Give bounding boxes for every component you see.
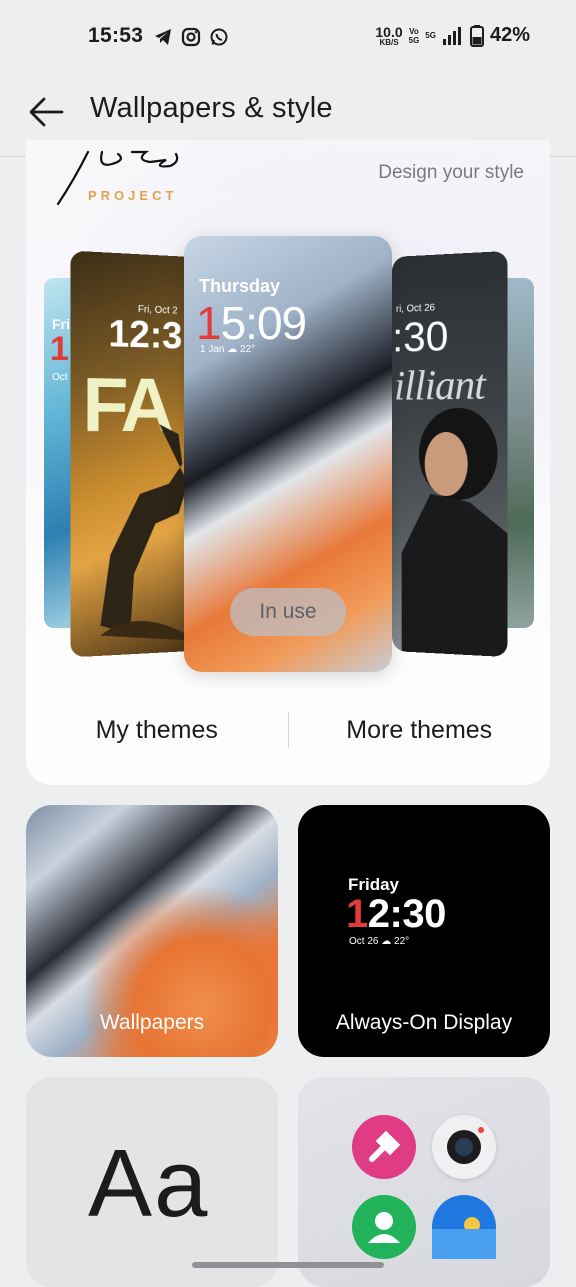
- back-arrow-icon[interactable]: [26, 92, 66, 132]
- notification-icons: [153, 27, 229, 47]
- logo-text: PROJECT: [88, 188, 178, 203]
- lockscreen-time-accent: 1: [196, 297, 222, 349]
- camera-app-icon: [432, 1115, 496, 1179]
- paint-app-icon: [352, 1115, 416, 1179]
- always-on-display-tile[interactable]: Friday 12:30 Oct 26 ☁ 22° Always-On Disp…: [298, 805, 550, 1057]
- contacts-app-icon: [352, 1195, 416, 1259]
- tagline: Design your style: [378, 162, 524, 183]
- vo-bottom: 5G: [408, 35, 420, 45]
- status-bar: 15:53 10.0 KB/S Vo 5G 5G 42%: [0, 0, 576, 72]
- home-indicator[interactable]: [192, 1262, 384, 1268]
- wallpapers-tile[interactable]: Wallpapers: [26, 805, 278, 1057]
- whatsapp-icon: [210, 28, 228, 46]
- theme-card-current[interactable]: Thursday 15:09 1 Jan ☁ 22° In use: [184, 236, 392, 672]
- weather-app-icon: [432, 1195, 496, 1259]
- font-sample: Aa: [88, 1130, 210, 1237]
- net-speed: 10.0 KB/S: [375, 25, 402, 47]
- status-time: 15:53: [88, 24, 144, 47]
- left-card-time: 12:3: [108, 313, 183, 358]
- climber-figure: [100, 423, 198, 646]
- net-speed-value: 10.0: [375, 23, 403, 40]
- system-status: 10.0 KB/S Vo 5G 5G 42%: [375, 24, 530, 47]
- page-title: Wallpapers & style: [90, 92, 333, 124]
- my-themes-tab[interactable]: My themes: [26, 716, 288, 745]
- net-speed-unit: KB/S: [379, 37, 399, 47]
- lockscreen-time: 15:09: [196, 296, 308, 350]
- right-card-time: :30: [392, 312, 449, 361]
- vo-top: Vo: [409, 26, 419, 36]
- in-use-badge: In use: [230, 588, 346, 636]
- theme-tabs: My themes More themes: [26, 685, 550, 775]
- aod-time-rest: 2:30: [367, 892, 447, 936]
- themes-hero-card: PROJECT Design your style Fri 1 Oct Fri,…: [26, 140, 550, 785]
- theme-card-left[interactable]: Fri, Oct 2 12:3 FA: [70, 250, 198, 658]
- far-left-meta: Oct: [52, 372, 68, 383]
- more-themes-tab[interactable]: More themes: [289, 716, 551, 745]
- portrait-figure: [401, 407, 508, 658]
- instagram-icon: [181, 27, 201, 47]
- battery-percent: 42%: [489, 24, 530, 46]
- theme-card-right[interactable]: ri, Oct 26 :30 illiant: [392, 250, 508, 658]
- aod-time: 12:30: [346, 892, 446, 937]
- fonts-tile[interactable]: Aa: [26, 1077, 278, 1287]
- aod-label: Always-On Display: [335, 1011, 513, 1034]
- volte-indicator: Vo 5G: [409, 27, 420, 45]
- telegram-icon: [155, 29, 171, 45]
- wallpapers-label: Wallpapers: [99, 1011, 205, 1034]
- signal-icon: [442, 26, 461, 45]
- battery-icon: [469, 24, 484, 47]
- lockscreen-meta: 1 Jan ☁ 22°: [200, 344, 256, 355]
- network-type: 5G: [425, 31, 436, 40]
- aod-time-accent: 1: [346, 892, 368, 936]
- far-left-time: 1: [50, 330, 69, 368]
- lockscreen-time-rest: 5:09: [220, 297, 308, 349]
- aod-meta: Oct 26 ☁ 22°: [349, 936, 410, 947]
- icons-tile[interactable]: [298, 1077, 550, 1287]
- lockscreen-day: Thursday: [199, 276, 281, 296]
